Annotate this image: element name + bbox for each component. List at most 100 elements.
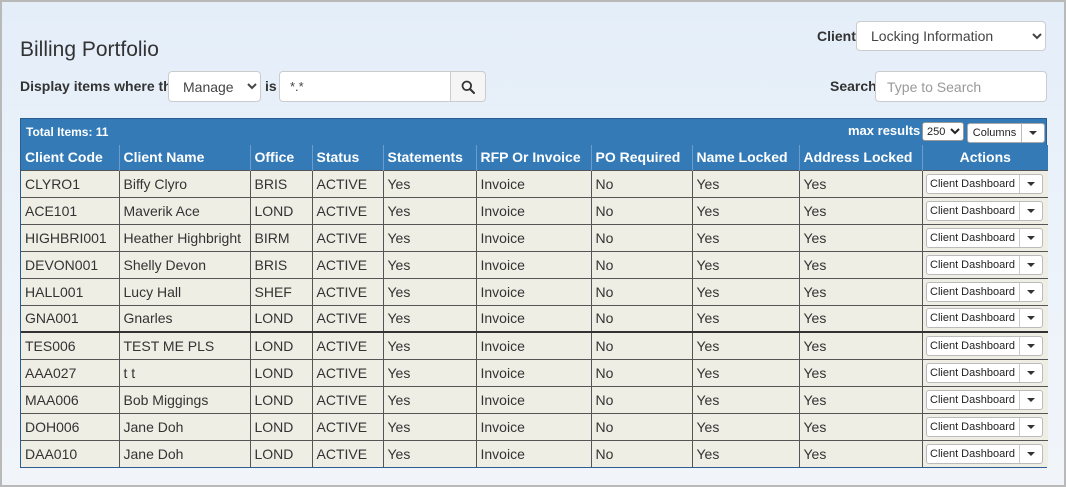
col-header-rfp[interactable]: RFP Or Invoice (476, 145, 592, 170)
client-dashboard-button[interactable]: Client Dashboard (925, 443, 1043, 464)
filter-prefix-label: Display items where the (20, 78, 180, 94)
client-dashboard-dropdown-toggle[interactable] (1020, 418, 1042, 436)
cell-code: DAA010 (21, 439, 120, 467)
caret-down-icon (1029, 131, 1037, 135)
cell-code: ACE101 (21, 196, 120, 224)
table-row[interactable]: DOH006 Jane Doh LOND ACTIVE Yes Invoice No Yes Y… (21, 412, 1048, 440)
billing-grid: Total Items: 11 max results 250 Columns … (20, 118, 1048, 468)
client-dashboard-button[interactable]: Client Dashboard (925, 335, 1043, 356)
client-dashboard-dropdown-toggle[interactable] (1020, 229, 1042, 247)
client-dashboard-dropdown-toggle[interactable] (1020, 364, 1042, 382)
cell-rfp: Invoice (476, 277, 592, 305)
client-dashboard-button[interactable]: Client Dashboard (925, 416, 1043, 437)
cell-office: BRIS (250, 250, 313, 278)
cell-status: ACTIVE (312, 304, 384, 332)
client-dashboard-button[interactable]: Client Dashboard (925, 281, 1043, 302)
client-dashboard-dropdown-toggle[interactable] (1020, 391, 1042, 409)
client-dashboard-dropdown-toggle[interactable] (1020, 445, 1042, 463)
caret-down-icon (1026, 451, 1035, 456)
cell-actions: Client Dashboard (922, 385, 1048, 413)
cell-po: No (591, 331, 693, 359)
cell-actions: Client Dashboard (922, 196, 1048, 224)
cell-name-locked: Yes (692, 412, 800, 440)
cell-code: GNA001 (21, 304, 120, 332)
col-header-statements[interactable]: Statements (383, 145, 477, 170)
columns-dropdown-toggle[interactable] (1022, 124, 1044, 142)
cell-name: t t (119, 358, 251, 386)
client-dashboard-button[interactable]: Client Dashboard (925, 254, 1043, 275)
col-header-name-locked[interactable]: Name Locked (692, 145, 800, 170)
col-header-office[interactable]: Office (250, 145, 313, 170)
cell-name-locked: Yes (692, 250, 800, 278)
client-dashboard-dropdown-toggle[interactable] (1020, 283, 1042, 301)
client-dashboard-button[interactable]: Client Dashboard (925, 362, 1043, 383)
col-header-status[interactable]: Status (312, 145, 384, 170)
total-items-label: Total Items: 11 (26, 125, 109, 139)
client-dashboard-dropdown-toggle[interactable] (1020, 202, 1042, 220)
col-header-po[interactable]: PO Required (591, 145, 693, 170)
cell-office: BRIS (250, 169, 313, 197)
cell-name-locked: Yes (692, 223, 800, 251)
caret-down-icon (1026, 208, 1035, 213)
cell-po: No (591, 439, 693, 467)
cell-po: No (591, 385, 693, 413)
client-dashboard-label: Client Dashboard (927, 309, 1020, 328)
table-row[interactable]: CLYRO1 Biffy Clyro BRIS ACTIVE Yes Invoice No Y… (21, 169, 1048, 197)
table-row[interactable]: HALL001 Lucy Hall SHEF ACTIVE Yes Invoice No Ye… (21, 277, 1048, 305)
cell-office: LOND (250, 331, 313, 359)
cell-rfp: Invoice (476, 331, 592, 359)
table-row[interactable]: GNA001 Gnarles LOND ACTIVE Yes Invoice No Yes Ye… (21, 304, 1048, 332)
grid-toolbar: Total Items: 11 max results 250 Columns (21, 119, 1046, 145)
cell-statements: Yes (383, 304, 477, 332)
table-row[interactable]: ACE101 Maverik Ace LOND ACTIVE Yes Invoice No Y… (21, 196, 1048, 224)
filter-search-button[interactable] (450, 71, 486, 102)
max-results-label: max results (848, 123, 921, 138)
max-results-select[interactable]: 250 (922, 122, 964, 141)
cell-po: No (591, 358, 693, 386)
client-dashboard-dropdown-toggle[interactable] (1020, 309, 1042, 327)
cell-address-locked: Yes (799, 196, 923, 224)
cell-actions: Client Dashboard (922, 304, 1048, 332)
table-row[interactable]: MAA006 Bob Miggings LOND ACTIVE Yes Invoice No… (21, 385, 1048, 413)
table-row[interactable]: TES006 TEST ME PLS LOND ACTIVE Yes Invoice No Y… (21, 331, 1048, 359)
client-dashboard-label: Client Dashboard (927, 363, 1020, 382)
cell-rfp: Invoice (476, 196, 592, 224)
cell-statements: Yes (383, 331, 477, 359)
col-header-client-name[interactable]: Client Name (119, 145, 251, 170)
col-header-address-locked[interactable]: Address Locked (799, 145, 923, 170)
cell-po: No (591, 412, 693, 440)
client-dashboard-button[interactable]: Client Dashboard (925, 173, 1043, 194)
table-row[interactable]: DAA010 Jane Doh LOND ACTIVE Yes Invoice No Yes Y… (21, 439, 1048, 467)
cell-code: CLYRO1 (21, 169, 120, 197)
cell-rfp: Invoice (476, 412, 592, 440)
client-dashboard-dropdown-toggle[interactable] (1020, 175, 1042, 193)
cell-address-locked: Yes (799, 250, 923, 278)
cell-name: Bob Miggings (119, 385, 251, 413)
cell-status: ACTIVE (312, 277, 384, 305)
client-dashboard-button[interactable]: Client Dashboard (925, 389, 1043, 410)
filter-field-select[interactable]: Manager (168, 71, 261, 102)
client-dashboard-dropdown-toggle[interactable] (1020, 337, 1042, 355)
col-header-client-code[interactable]: Client Code (21, 145, 120, 170)
columns-button[interactable]: Columns (967, 123, 1045, 143)
client-dashboard-button[interactable]: Client Dashboard (925, 308, 1043, 329)
client-select[interactable]: Locking Information (856, 21, 1046, 51)
cell-office: LOND (250, 304, 313, 332)
table-row[interactable]: DEVON001 Shelly Devon BRIS ACTIVE Yes Invoice… (21, 250, 1048, 278)
search-input[interactable] (875, 71, 1047, 102)
table-row[interactable]: HIGHBRI001 Heather Highbright BIRM ACTIVE Ye… (21, 223, 1048, 251)
client-dashboard-button[interactable]: Client Dashboard (925, 227, 1043, 248)
client-dashboard-dropdown-toggle[interactable] (1020, 256, 1042, 274)
cell-po: No (591, 169, 693, 197)
client-dashboard-label: Client Dashboard (927, 417, 1020, 436)
cell-rfp: Invoice (476, 358, 592, 386)
cell-name-locked: Yes (692, 304, 800, 332)
cell-name-locked: Yes (692, 385, 800, 413)
cell-code: AAA027 (21, 358, 120, 386)
cell-name: Lucy Hall (119, 277, 251, 305)
filter-value-input[interactable] (279, 71, 451, 102)
client-dashboard-button[interactable]: Client Dashboard (925, 200, 1043, 221)
table-row[interactable]: AAA027 t t LOND ACTIVE Yes Invoice No Yes Yes Cli… (21, 358, 1048, 386)
cell-office: LOND (250, 358, 313, 386)
table-header-row: Client Code Client Name Office Status St… (21, 145, 1048, 170)
